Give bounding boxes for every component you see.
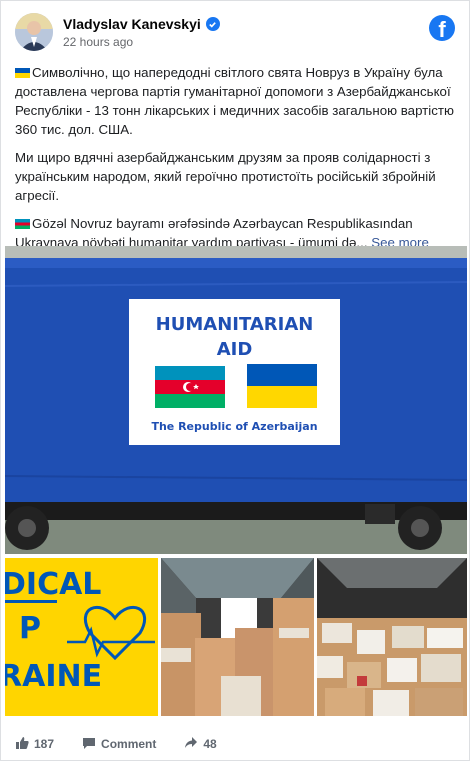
thumbs-up-icon bbox=[15, 736, 29, 753]
post-timestamp[interactable]: 22 hours ago bbox=[63, 35, 133, 49]
like-count: 187 bbox=[34, 737, 55, 751]
post-header: Vladyslav Kanevskyi 22 hours ago f bbox=[15, 13, 459, 57]
thumb-text-3: RAINE bbox=[5, 659, 102, 694]
share-icon bbox=[184, 736, 198, 753]
post-actions: 187 Comment 48 bbox=[15, 734, 455, 754]
share-count: 48 bbox=[203, 737, 217, 751]
ukraine-flag-sign bbox=[247, 364, 317, 408]
thumbnail-truck-boxes[interactable] bbox=[161, 558, 314, 716]
azerbaijan-flag-sign bbox=[155, 366, 225, 408]
comment-label: Comment bbox=[101, 737, 157, 751]
sign-line-1: HUMANITARIAN bbox=[156, 314, 314, 335]
facebook-logo-icon: f bbox=[429, 15, 455, 41]
paragraph-3-text: Gözəl Novruz bayramı ərəfəsində Azərbayc… bbox=[15, 216, 413, 250]
thumbnail-medical-boxes[interactable] bbox=[317, 558, 467, 716]
sign-line-2: AID bbox=[217, 339, 253, 360]
photo-thumbnails: DICAL P RAINE bbox=[5, 558, 467, 716]
author-avatar[interactable] bbox=[15, 13, 53, 51]
paragraph-1-text: Символічно, що напередодні світлого свят… bbox=[15, 65, 454, 137]
ukraine-flag-icon bbox=[15, 68, 30, 78]
sign-country: The Republic of Azerbaijan bbox=[151, 420, 317, 433]
verified-badge-icon bbox=[205, 17, 220, 31]
truck-photo[interactable]: HUMANITARIAN AID The Republic of Azerbai… bbox=[5, 246, 467, 554]
thumb-text-2: P bbox=[19, 611, 41, 646]
thumbnail-medical-aid[interactable]: DICAL P RAINE bbox=[5, 558, 158, 716]
like-button[interactable]: 187 bbox=[15, 736, 54, 753]
share-button[interactable]: 48 bbox=[184, 736, 217, 753]
comment-icon bbox=[82, 736, 96, 753]
author-name-text[interactable]: Vladyslav Kanevskyi bbox=[63, 16, 201, 32]
azerbaijan-flag-icon bbox=[15, 219, 30, 229]
post-card: Vladyslav Kanevskyi 22 hours ago f Симво… bbox=[0, 0, 470, 761]
post-text: Символічно, що напередодні світлого свят… bbox=[15, 63, 455, 261]
paragraph-2: Ми щиро вдячні азербайджанським друзям з… bbox=[15, 150, 436, 203]
author-name[interactable]: Vladyslav Kanevskyi bbox=[63, 16, 220, 32]
thumb-text-1: DICAL bbox=[5, 567, 101, 602]
paragraph-1: Символічно, що напередодні світлого свят… bbox=[15, 63, 455, 139]
comment-button[interactable]: Comment bbox=[82, 736, 156, 753]
